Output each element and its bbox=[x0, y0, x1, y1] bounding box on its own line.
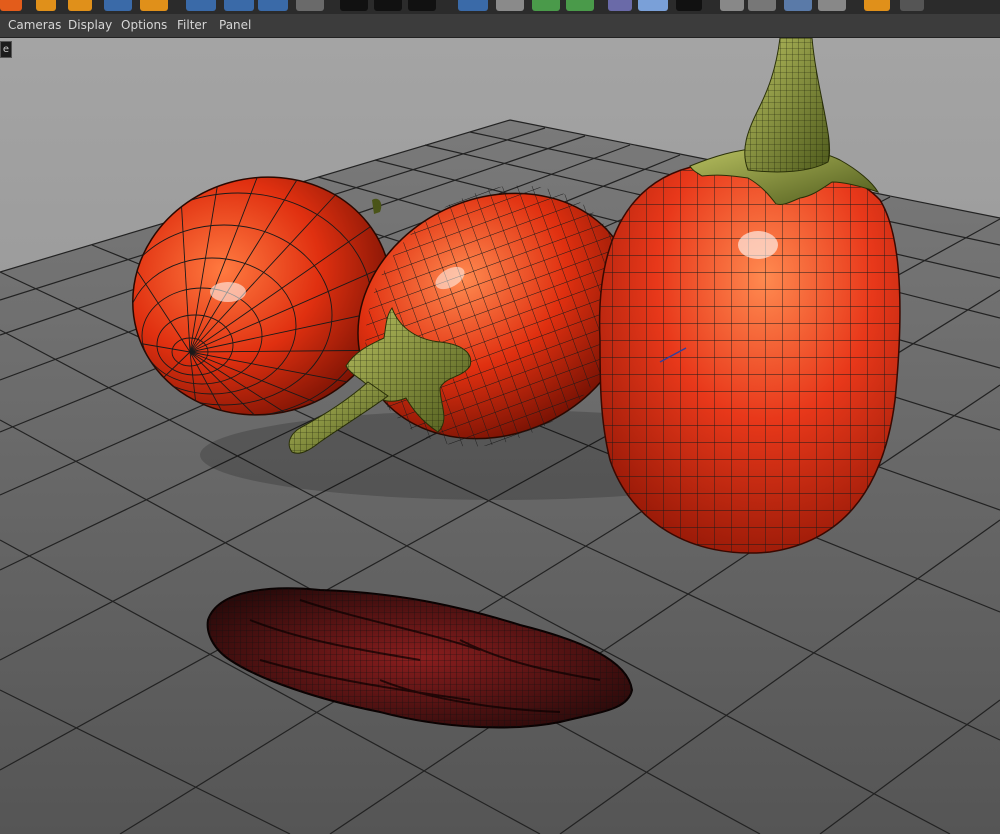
tool-globe-icon[interactable] bbox=[818, 0, 846, 11]
tool-floor-icon[interactable] bbox=[638, 0, 668, 11]
menu-display[interactable]: Display bbox=[68, 18, 112, 32]
tool-snap-x-icon[interactable] bbox=[186, 0, 216, 11]
tool-array-icon[interactable] bbox=[566, 0, 594, 11]
tool-light-icon[interactable] bbox=[720, 0, 744, 11]
tool-grid-icon[interactable] bbox=[784, 0, 812, 11]
tool-spline-icon[interactable] bbox=[496, 0, 524, 11]
tool-extra-icon[interactable] bbox=[900, 0, 924, 11]
main-toolbar bbox=[0, 0, 1000, 14]
tool-world-icon[interactable] bbox=[296, 0, 324, 11]
tool-snap-y-icon[interactable] bbox=[224, 0, 254, 11]
tool-record-icon[interactable] bbox=[0, 0, 22, 11]
tool-render-view-icon[interactable] bbox=[340, 0, 368, 11]
tool-play-icon[interactable] bbox=[68, 0, 92, 11]
tool-loop-icon[interactable] bbox=[104, 0, 132, 11]
menu-cameras[interactable]: Cameras bbox=[8, 18, 61, 32]
3d-viewport[interactable] bbox=[0, 38, 1000, 834]
menu-options[interactable]: Options bbox=[121, 18, 167, 32]
tool-render-settings-icon[interactable] bbox=[408, 0, 436, 11]
tool-camera-icon[interactable] bbox=[676, 0, 702, 11]
tool-snap-z-icon[interactable] bbox=[258, 0, 288, 11]
tool-deformer-icon[interactable] bbox=[608, 0, 632, 11]
tool-sphere-icon[interactable] bbox=[748, 0, 776, 11]
tool-material-icon[interactable] bbox=[864, 0, 890, 11]
tool-cube-icon[interactable] bbox=[458, 0, 488, 11]
tool-bounce-icon[interactable] bbox=[140, 0, 168, 11]
menu-filter[interactable]: Filter bbox=[177, 18, 207, 32]
tool-key-icon[interactable] bbox=[36, 0, 56, 11]
tool-nurbs-icon[interactable] bbox=[532, 0, 560, 11]
viewport-corner-tag[interactable]: e bbox=[0, 41, 12, 58]
viewport-menubar: Cameras Display Options Filter Panel bbox=[0, 14, 1000, 38]
menu-panel[interactable]: Panel bbox=[219, 18, 251, 32]
tool-render-picture-icon[interactable] bbox=[374, 0, 402, 11]
